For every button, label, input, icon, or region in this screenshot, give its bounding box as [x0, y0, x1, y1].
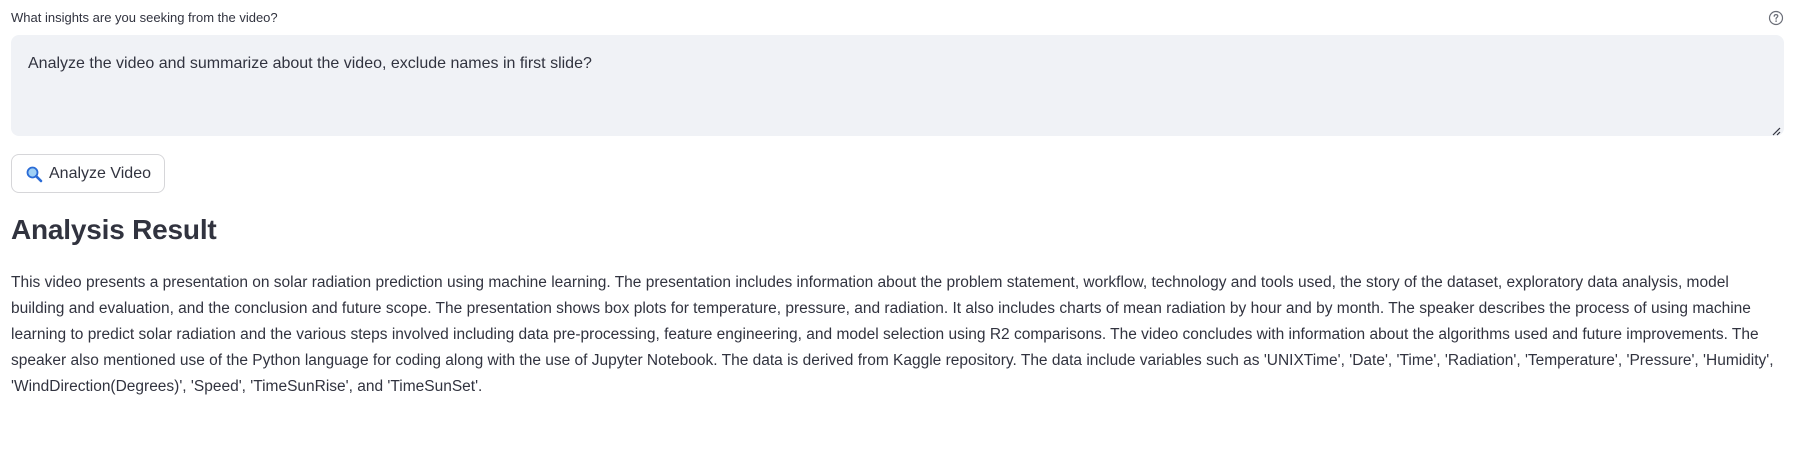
analyze-video-label: Analyze Video — [49, 164, 151, 182]
analysis-result-title: Analysis Result — [11, 214, 217, 245]
query-label-row: What insights are you seeking from the v… — [11, 8, 1784, 28]
query-textarea[interactable]: Analyze the video and summarize about th… — [11, 35, 1784, 136]
query-label: What insights are you seeking from the v… — [11, 10, 278, 25]
magnifier-icon — [25, 165, 43, 183]
query-textarea-container: Analyze the video and summarize about th… — [11, 35, 1784, 136]
resize-handle-icon[interactable] — [1771, 123, 1781, 136]
analyze-video-button[interactable]: Analyze Video — [11, 154, 165, 193]
analysis-result-text: This video presents a presentation on so… — [11, 274, 1774, 395]
question-circle-icon[interactable] — [1768, 10, 1784, 26]
